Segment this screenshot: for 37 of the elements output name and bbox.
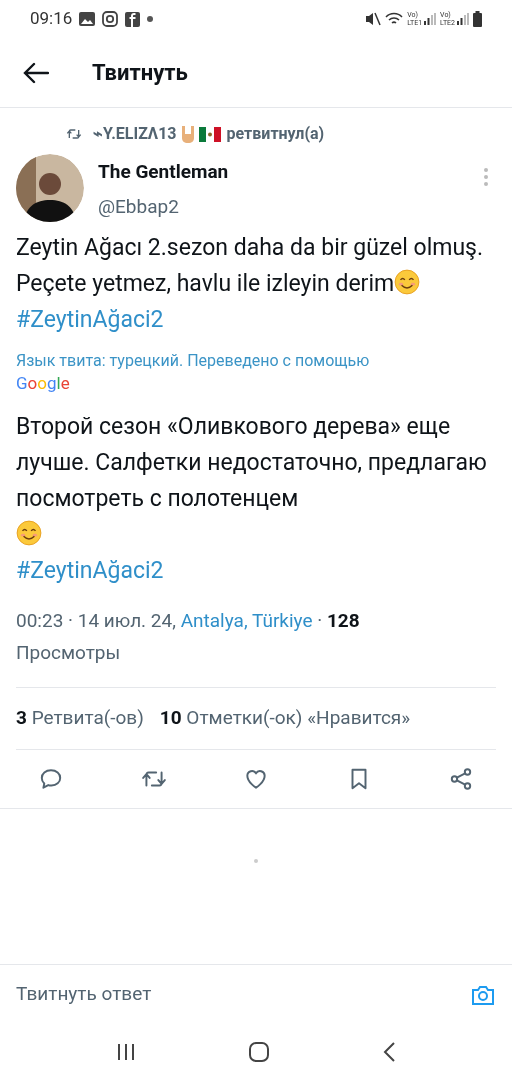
flag-icon [198, 126, 221, 142]
recent-apps-icon[interactable] [116, 1043, 136, 1061]
translation-note: Язык твита: турецкий. Переведено с помощью [16, 350, 371, 372]
avatar[interactable] [16, 154, 84, 222]
square-f-icon [125, 11, 141, 27]
image-icon [79, 12, 96, 26]
back-icon[interactable] [382, 1041, 396, 1063]
tweet-meta: 00:23 · 14 июл. 24, Antalya, Türkiye · 128 [16, 608, 361, 634]
hashtag-link[interactable]: #ZeytinAğaci2 [16, 557, 164, 584]
page-title: Твитнуть [92, 59, 188, 87]
location-link[interactable]: Antalya, Türkiye [180, 609, 313, 632]
author-name[interactable]: The Gentleman [98, 158, 470, 187]
author-handle[interactable]: @Ebbap2 [98, 192, 470, 221]
signal-icon [457, 13, 469, 25]
home-icon[interactable] [248, 1041, 270, 1063]
smiling-face-icon [16, 520, 42, 546]
loading-dot-icon [254, 858, 258, 863]
camera-outline-icon [102, 11, 119, 27]
battery-icon [473, 11, 482, 27]
stat-link[interactable]: 3 Ретвита(-ов) [16, 704, 144, 733]
translated-text: Второй сезон «Оливкового дерева» еще лучше. Салфетки недостаточно, предлагаю посмотреть с полотенцем [16, 412, 488, 514]
hashtag-link[interactable]: #ZeytinAğaci2 [16, 306, 164, 333]
smiling-face-icon [394, 269, 421, 295]
wifi-icon [385, 11, 404, 27]
views-label: Просмотры [16, 641, 121, 664]
retweeter-name[interactable]: ⌁Y.ELIZΛ13 [93, 122, 177, 146]
share-icon[interactable] [448, 765, 474, 792]
clock-time: 09:16 [30, 7, 73, 31]
mute-icon [365, 11, 382, 27]
signal-icon [424, 13, 437, 25]
retweeted-label: ретвитнул(а) [226, 123, 325, 145]
google-logo[interactable]: Google [16, 373, 70, 393]
reply-field[interactable]: Твитнуть ответ [16, 980, 470, 1009]
retweet-icon [65, 126, 83, 142]
stat-link[interactable]: 10 Отметки(-ок) «Нравится» [159, 704, 411, 733]
tweet-text: Zeytin Ağacı 2.sezon daha da bir güzel olmuş. Peçete yetmez, havlu ile izleyin derim [16, 233, 485, 299]
dot-icon [147, 16, 154, 22]
